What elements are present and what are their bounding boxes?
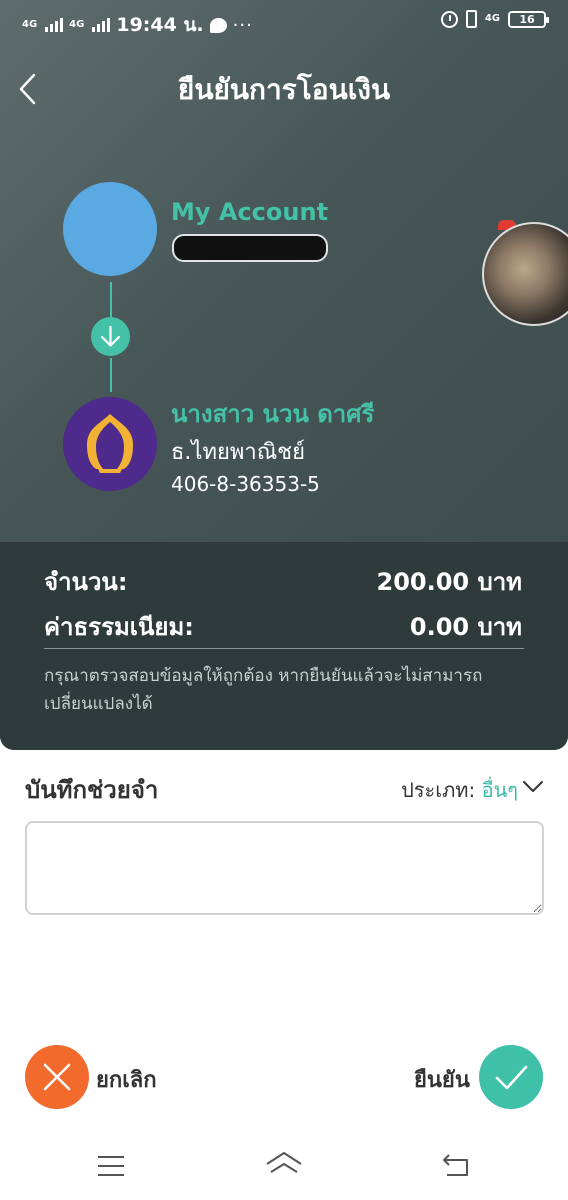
network-label-1: 4G <box>22 19 38 30</box>
page-title: ยืนยันการโอนเงิน <box>177 73 391 106</box>
network-label-3: 4G <box>484 13 500 24</box>
status-right: 4G 16 <box>440 10 549 28</box>
recipient-bank: ธ.ไทยพาณิชย์ <box>171 440 305 465</box>
memo-input[interactable] <box>25 821 544 915</box>
summary-divider <box>44 648 524 649</box>
status-bar: 4G 4G 19:44 น. ··· 4G 16 <box>0 0 568 44</box>
confirm-button[interactable] <box>479 1045 543 1109</box>
amount-value: 200.00 บาท <box>376 568 523 596</box>
status-left: 4G 4G 19:44 น. ··· <box>22 10 253 40</box>
cancel-label[interactable]: ยกเลิก <box>96 1062 157 1097</box>
confirmation-warning: กรุณาตรวจสอบข้อมูลให้ถูกต้อง หากยืนยันแล… <box>44 666 483 714</box>
signal-icon <box>92 18 111 32</box>
memo-title: บันทึกช่วยจำ <box>25 776 159 804</box>
home-icon[interactable] <box>265 1150 303 1180</box>
chat-bubble-icon <box>209 17 227 33</box>
confirm-label[interactable]: ยืนยัน <box>414 1062 470 1097</box>
battery-icon: 16 <box>508 10 549 28</box>
sender-name: My Account <box>171 198 329 226</box>
scb-bank-logo <box>63 397 157 491</box>
fee-value: 0.00 บาท <box>409 613 522 641</box>
alarm-icon <box>440 10 458 28</box>
memo-type-selector[interactable]: ประเภท: อื่นๆ <box>401 774 518 806</box>
transfer-direction-icon <box>91 317 130 356</box>
fee-label: ค่าธรรมเนียม: <box>44 613 194 641</box>
memo-type-label: ประเภท: <box>401 778 476 802</box>
sender-account-redacted <box>172 234 328 262</box>
chevron-down-icon[interactable] <box>522 778 544 794</box>
signal-icon <box>45 18 64 32</box>
status-time: 19:44 น. <box>116 14 204 36</box>
vibrate-icon <box>465 10 477 28</box>
more-notifications-icon: ··· <box>232 14 253 36</box>
check-icon <box>495 1065 528 1090</box>
close-icon <box>43 1063 71 1091</box>
network-label-2: 4G <box>69 19 85 30</box>
memo-type-value: อื่นๆ <box>481 778 518 802</box>
transfer-connector-line <box>110 358 112 392</box>
recipient-account-number: 406-8-36353-5 <box>171 472 320 496</box>
cancel-button[interactable] <box>25 1045 89 1109</box>
recipient-name: นางสาว นวน ดาศรี <box>171 400 375 428</box>
sender-avatar <box>63 182 157 276</box>
transfer-connector-line <box>110 282 112 318</box>
arrow-down-icon <box>100 325 121 347</box>
amount-label: จำนวน: <box>44 568 128 596</box>
scb-logo-icon <box>87 414 133 473</box>
back-nav-icon[interactable] <box>441 1152 471 1178</box>
menu-icon[interactable] <box>97 1155 125 1177</box>
